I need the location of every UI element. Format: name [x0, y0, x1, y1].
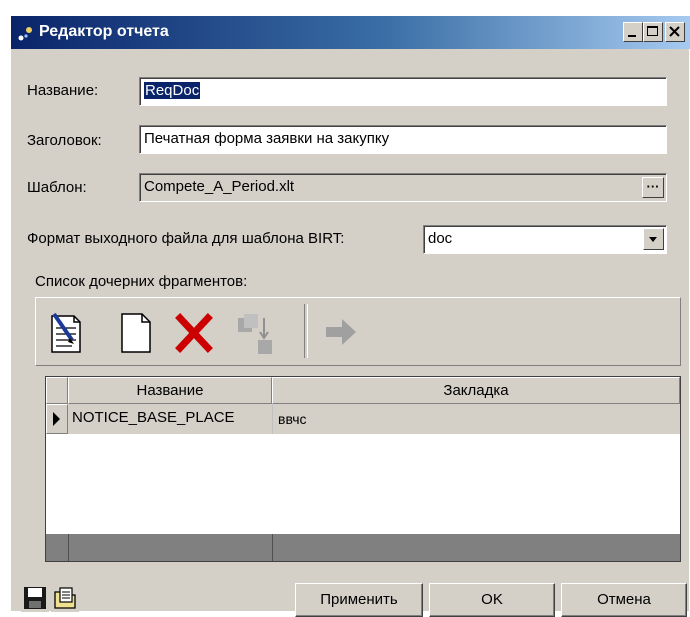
- window-title: Редактор отчета: [39, 23, 169, 40]
- heading-label: Заголовок:: [27, 132, 102, 149]
- report-editor-icon: [18, 27, 32, 41]
- chevron-down-icon: [649, 237, 657, 242]
- template-label: Шаблон:: [27, 179, 87, 196]
- apply-button[interactable]: Применить: [295, 583, 423, 617]
- open-file-button[interactable]: [51, 584, 79, 612]
- new-document-icon: [121, 313, 151, 353]
- format-select[interactable]: doc: [423, 225, 667, 254]
- report-editor-window: Редактор отчета Название: ReqDoc Заголов…: [10, 15, 690, 617]
- format-dropdown-button[interactable]: [643, 228, 664, 250]
- ok-button[interactable]: OK: [429, 583, 555, 617]
- current-row-icon: [53, 412, 60, 426]
- arrow-right-icon: [326, 319, 356, 345]
- table-footer: [46, 534, 680, 561]
- column-header-bookmark[interactable]: Закладка: [272, 377, 680, 404]
- row-indicator-header: [46, 377, 68, 404]
- move-down-icon: [238, 314, 272, 354]
- open-file-icon: [54, 587, 76, 609]
- maximize-button[interactable]: [643, 22, 663, 42]
- save-button[interactable]: [21, 584, 49, 612]
- format-select-value: doc: [428, 230, 453, 247]
- format-label: Формат выходного файла для шаблона BIRT:: [27, 230, 345, 247]
- template-input-value: Compete_A_Period.xlt: [144, 178, 295, 195]
- cell-divider: [272, 404, 273, 434]
- name-label: Название:: [27, 82, 99, 99]
- minimize-icon: [628, 35, 636, 37]
- table-row[interactable]: NOTICE_BASE_PLACE ввчс: [46, 404, 680, 434]
- template-input[interactable]: Compete_A_Period.xlt: [139, 173, 667, 202]
- fragments-toolbar: [35, 297, 681, 366]
- save-icon: [24, 587, 46, 609]
- delete-fragment-button[interactable]: [172, 306, 216, 356]
- move-down-button[interactable]: [232, 306, 276, 356]
- edit-fragment-button[interactable]: [44, 306, 88, 356]
- delete-icon: [175, 313, 213, 353]
- name-input[interactable]: ReqDoc: [139, 77, 667, 106]
- column-header-name[interactable]: Название: [68, 377, 272, 404]
- fragments-label: Список дочерних фрагментов:: [35, 273, 248, 290]
- footer-divider: [68, 534, 69, 561]
- close-button[interactable]: [665, 22, 685, 42]
- row-bookmark-cell: ввчс: [278, 411, 307, 427]
- template-browse-button[interactable]: ···: [642, 177, 664, 198]
- footer-divider: [272, 534, 273, 561]
- title-bar[interactable]: Редактор отчета: [11, 16, 690, 49]
- new-fragment-button[interactable]: [112, 306, 156, 356]
- fragments-table: Название Закладка NOTICE_BASE_PLACE ввчс: [45, 376, 681, 562]
- row-indicator[interactable]: [46, 404, 68, 434]
- row-name-cell: NOTICE_BASE_PLACE: [72, 409, 235, 426]
- edit-document-icon: [51, 312, 81, 353]
- heading-input[interactable]: Печатная форма заявки на закупку: [139, 125, 667, 154]
- forward-button[interactable]: [318, 306, 362, 356]
- toolbar-separator: [304, 304, 308, 358]
- close-icon: [669, 26, 680, 37]
- name-input-value: ReqDoc: [144, 82, 201, 99]
- cancel-button[interactable]: Отмена: [561, 583, 687, 617]
- heading-input-value: Печатная форма заявки на закупку: [144, 130, 390, 147]
- maximize-icon: [647, 26, 658, 36]
- minimize-button[interactable]: [623, 22, 643, 42]
